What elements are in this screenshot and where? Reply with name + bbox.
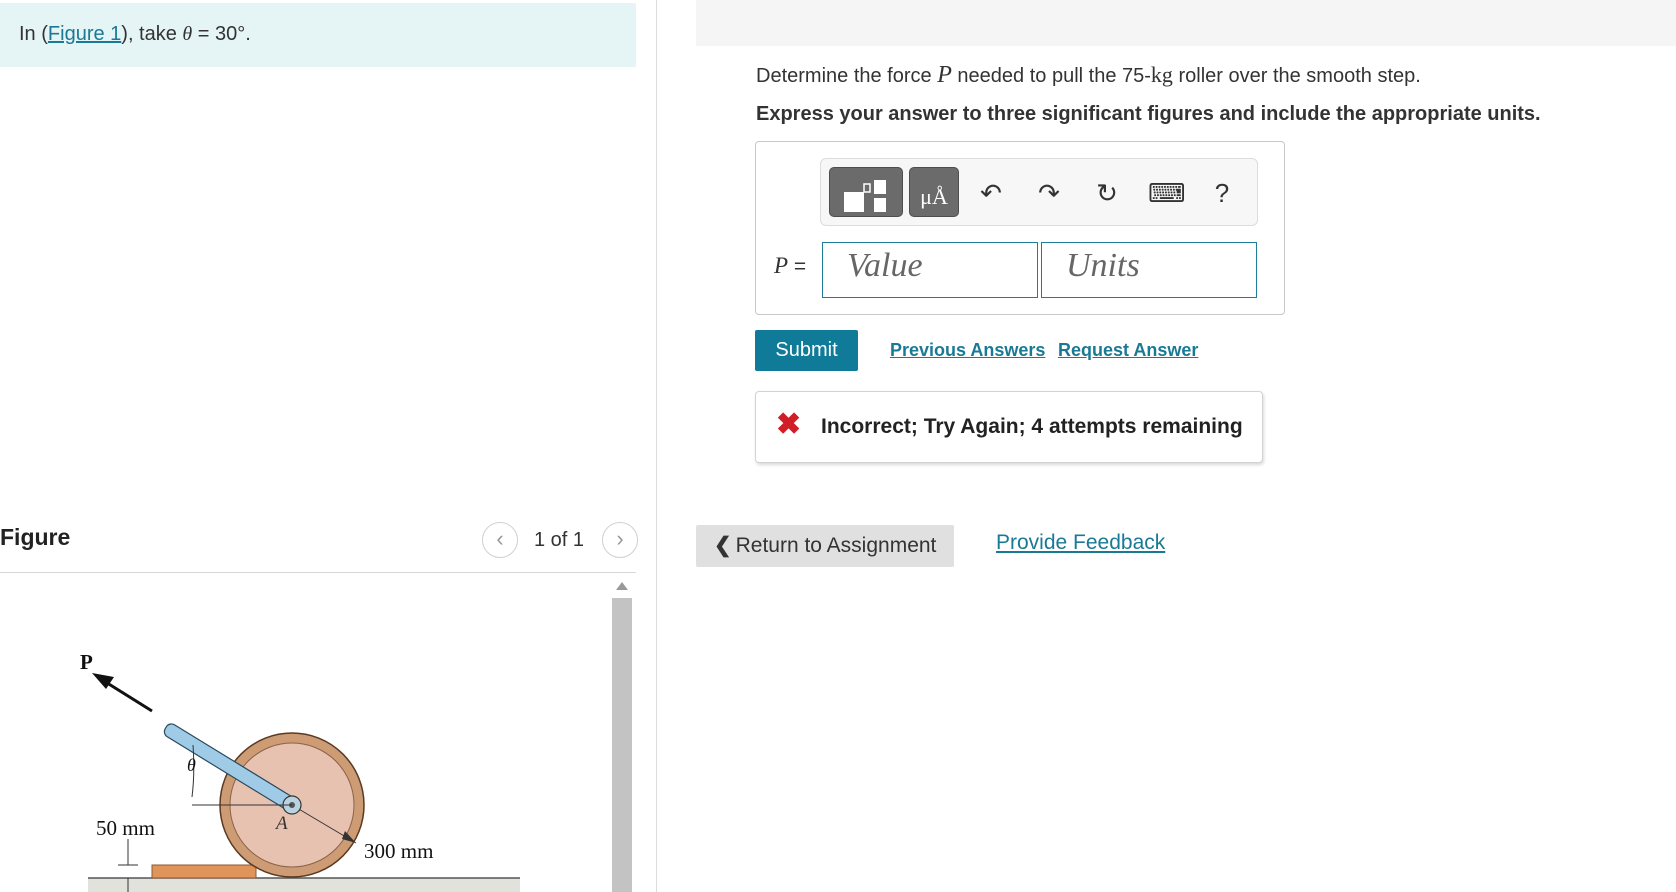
label-300-mm: 300 mm xyxy=(364,839,433,863)
intro-prefix: In ( xyxy=(19,23,48,45)
force-p-arrow xyxy=(103,679,153,713)
intro-middle: ), take xyxy=(121,23,183,45)
math-toolbar: μÅ ↶ ↷ ↻ ⌨ ? xyxy=(820,158,1258,226)
answer-instruction: Express your answer to three significant… xyxy=(756,103,1541,125)
intro-suffix: = 30°. xyxy=(192,23,251,45)
smooth-step xyxy=(151,864,257,879)
question-variable: P xyxy=(937,62,952,88)
reset-icon[interactable]: ↻ xyxy=(1092,179,1122,207)
scroll-up-icon[interactable] xyxy=(616,582,628,590)
return-label: Return to Assignment xyxy=(735,534,937,557)
question-text: Determine the force P needed to pull the… xyxy=(756,62,1421,89)
question-unit: kg xyxy=(1150,62,1173,87)
provide-feedback-link[interactable]: Provide Feedback xyxy=(996,531,1165,555)
incorrect-icon: ✖ xyxy=(776,408,802,441)
units-input[interactable]: Units xyxy=(1041,242,1257,298)
answer-label: P = xyxy=(774,253,806,279)
roller-figure: P θ A 50 mm 300 mm xyxy=(80,650,520,892)
part-header xyxy=(696,0,1676,46)
submit-button[interactable]: Submit xyxy=(755,330,858,371)
return-to-assignment-button[interactable]: ❮ Return to Assignment xyxy=(696,525,954,567)
label-50-mm: 50 mm xyxy=(96,816,155,840)
figure-scrollbar[interactable] xyxy=(611,574,633,892)
value-input[interactable]: Value xyxy=(822,242,1038,298)
pager-count: 1 of 1 xyxy=(534,529,585,551)
previous-answers-link[interactable]: Previous Answers xyxy=(890,340,1045,361)
answer-equals: = xyxy=(788,255,807,278)
scroll-thumb[interactable] xyxy=(612,598,632,892)
panel-divider xyxy=(656,0,657,892)
request-answer-link[interactable]: Request Answer xyxy=(1058,340,1198,361)
left-panel: In (Figure 1), take θ = 30°. Figure ‹ 1 … xyxy=(0,0,656,892)
ground-surface xyxy=(88,878,520,892)
pager-prev-button[interactable]: ‹ xyxy=(482,522,518,558)
answer-variable: P xyxy=(774,253,789,278)
templates-button[interactable] xyxy=(829,167,903,217)
figure-link[interactable]: Figure 1 xyxy=(48,23,121,45)
answer-box: μÅ ↶ ↷ ↻ ⌨ ? P = Value Units xyxy=(755,141,1285,315)
redo-icon[interactable]: ↷ xyxy=(1034,179,1064,207)
units-button[interactable]: μÅ xyxy=(909,167,959,217)
figure-pager: ‹ 1 of 1 › xyxy=(482,522,638,558)
theta-symbol: θ xyxy=(182,23,193,45)
feedback-box: ✖ Incorrect; Try Again; 4 attempts remai… xyxy=(755,391,1263,463)
undo-icon[interactable]: ↶ xyxy=(976,179,1006,207)
question-text-after: roller over the smooth step. xyxy=(1172,65,1421,87)
chevron-left-icon: ❮ xyxy=(714,534,732,557)
pager-next-button[interactable]: › xyxy=(602,522,638,558)
keyboard-icon[interactable]: ⌨ xyxy=(1148,179,1186,207)
question-text-middle: needed to pull the 75- xyxy=(951,65,1151,87)
help-icon[interactable]: ? xyxy=(1207,179,1237,207)
figure-title: Figure xyxy=(0,524,71,550)
label-p: P xyxy=(80,650,93,674)
question-text-before: Determine the force xyxy=(756,65,938,87)
label-a: A xyxy=(274,813,288,834)
templates-icon xyxy=(844,180,886,212)
feedback-message: Incorrect; Try Again; 4 attempts remaini… xyxy=(821,415,1243,438)
label-theta: θ xyxy=(187,755,196,775)
problem-intro: In (Figure 1), take θ = 30°. xyxy=(0,3,636,67)
